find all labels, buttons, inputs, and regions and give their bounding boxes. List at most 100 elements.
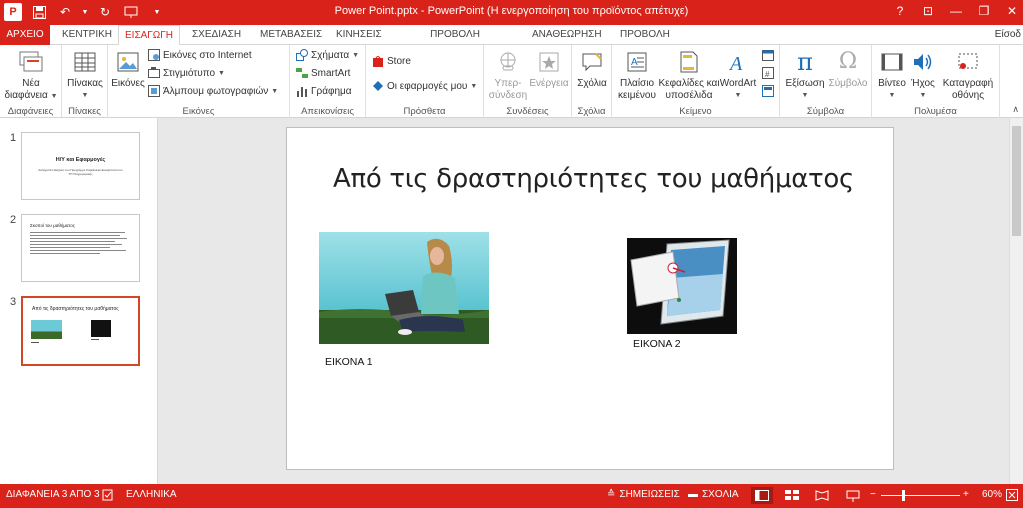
equation-button[interactable]: π Εξίσωση ▼ [782,49,828,102]
tab-design[interactable]: ΣΧΕΔΙΑΣΗ [186,25,246,45]
hyperlink-button[interactable]: Υπερ- σύνδεση [488,49,528,102]
spelling-check-icon[interactable] [102,489,114,501]
symbol-button[interactable]: Ω Σύμβολο [826,49,870,90]
slide-thumbnail-1[interactable]: Η/Υ και Εφαρμογές Ασλήματ3 Ηλεξρόνι του … [21,132,140,200]
zoom-slider-track[interactable] [881,495,960,496]
shapes-button[interactable]: Σχήματα ▼ [296,49,359,61]
pi-equation-icon: π [797,48,813,76]
zoom-slider-thumb[interactable] [902,490,905,501]
group-label-media: Πολυμέσα [914,106,957,117]
my-apps-button[interactable]: Οι εφαρμογές μου ▼ [372,80,477,92]
comment-icon [579,49,605,75]
group-slides: Νέα διαφάνεια ▼ Διαφάνειες [0,45,62,118]
wordart-button[interactable]: A WordArt ▼ [718,49,758,102]
tab-animations[interactable]: ΚΙΝΗΣΕΙΣ [330,25,386,45]
thumb3-caption2 [91,339,99,340]
new-slide-button[interactable]: Νέα διαφάνεια ▼ [4,49,58,103]
language-indicator[interactable]: ΕΛΛΗΝΙΚΑ [126,489,177,500]
comments-button[interactable]: ▬ ΣΧΟΛΙΑ [688,489,739,500]
tab-view[interactable]: ΠΡΟΒΟΛΗ [614,25,672,45]
vertical-scrollbar[interactable] [1009,118,1023,484]
tab-slideshow[interactable]: ΠΡΟΒΟΛΗ ΠΑΡΟΥΣΙΑΣΗΣ [393,25,517,60]
help-icon[interactable]: ? [893,3,907,19]
zoom-level[interactable]: 60% [982,489,1002,500]
video-icon [879,49,905,75]
store-button[interactable]: Store [372,55,411,67]
slide-image-2[interactable] [627,238,737,334]
tab-insert[interactable]: ΕΙΣΑΓΩΓΗ [118,25,180,46]
group-label-links: Συνδέσεις [506,106,549,117]
comment-button[interactable]: Σχόλια [574,49,610,90]
fit-to-window-icon[interactable] [1006,489,1018,501]
group-label-comments: Σχόλια [577,106,606,117]
slide-thumbnail-3[interactable]: Από τις δραστηριότητες του μαθήματος [21,296,140,366]
thumb3-title: Από τις δραστηριότητες του μαθήματος [32,306,119,312]
window-title: Power Point.pptx - PowerPoint (Η ενεργοπ… [334,5,689,17]
group-symbols: π Εξίσωση ▼ Ω Σύμβολο Σύμβολα [780,45,872,118]
pictures-icon [115,49,141,75]
action-button[interactable]: Ενέργεια [528,49,570,90]
tab-transitions[interactable]: ΜΕΤΑΒΑΣΕΙΣ [254,25,324,45]
slide-number-3: 3 [10,296,17,308]
ribbon-display-options-icon[interactable]: ⊡ [921,3,935,19]
slideshow-view-button[interactable] [842,487,864,504]
header-footer-icon [676,49,702,75]
screen-recording-button[interactable]: Καταγραφή οθόνης [938,49,998,102]
new-slide-icon [18,49,44,75]
group-images: Εικόνες Εικόνες στο Internet Στιγμιότυπο… [108,45,290,118]
photo-album-button[interactable]: Άλμπουμ φωτογραφιών ▼ [148,85,278,97]
pictures-button[interactable]: Εικόνες [111,49,145,90]
zoom-in-button[interactable]: + [963,489,969,500]
object-button[interactable] [762,85,774,97]
notes-button[interactable]: ≙ ΣΗΜΕΙΩΣΕΙΣ [607,489,680,500]
speaker-icon [910,49,936,75]
thumb3-image1 [31,320,62,339]
group-comments: Σχόλια Σχόλια [572,45,612,118]
slide-title[interactable]: Από τις δραστηριότητες του μαθήματος [333,164,854,194]
group-links: Υπερ- σύνδεση Ενέργεια Συνδέσεις [484,45,572,118]
group-label-apps: Πρόσθετα [403,106,446,117]
thumb3-caption1 [31,342,39,343]
restore-icon[interactable]: ❐ [977,3,991,19]
scrollbar-thumb[interactable] [1012,126,1021,236]
group-apps: Store Οι εφαρμογές μου ▼ Πρόσθετα [366,45,484,118]
table-button[interactable]: Πίνακας ▼ [64,49,106,102]
slide-counter: ΔΙΑΦΑΝΕΙΑ 3 ΑΠΟ 3 [6,489,100,500]
date-time-button[interactable] [762,49,774,61]
group-tables: Πίνακας ▼ Πίνακες [62,45,108,118]
tab-home[interactable]: ΚΕΝΤΡΙΚΗ [56,25,118,45]
tab-file[interactable]: ΑΡΧΕΙΟ [0,25,50,45]
tab-review[interactable]: ΑΝΑΘΕΩΡΗΣΗ [526,25,604,45]
zoom-out-button[interactable]: − [870,489,876,500]
group-text: A Πλαίσιο κειμένου Κεφαλίδες και υποσέλι… [612,45,780,118]
close-icon[interactable]: ✕ [1005,3,1019,19]
slide-image-1[interactable] [319,232,489,344]
slide-sorter-view-button[interactable] [781,487,803,504]
caption-image-2[interactable]: ΕΙΚΟΝΑ 2 [633,338,681,350]
smartart-button[interactable]: SmartArt [296,67,350,79]
online-pictures-button[interactable]: Εικόνες στο Internet [148,49,252,61]
normal-view-button[interactable] [751,487,773,504]
audio-button[interactable]: Ήχος ▼ [908,49,938,102]
group-label-text: Κείμενο [679,106,712,117]
collapse-ribbon-icon[interactable]: ∧ [1012,104,1019,115]
shapes-icon [296,49,308,61]
wordart-icon: A [725,49,751,75]
reading-view-button[interactable] [811,487,833,504]
header-footer-button[interactable]: Κεφαλίδες και υποσέλιδα [656,49,722,102]
slide-number-button[interactable]: # [762,67,774,79]
textbox-button[interactable]: A Πλαίσιο κειμένου [614,49,660,102]
slide-thumbnail-2[interactable]: Σκοποί του μαθήματος [21,214,140,282]
group-label-symbols: Σύμβολα [806,106,845,117]
notes-icon: ≙ [607,489,616,500]
thumb2-title: Σκοποί του μαθήματος [30,223,75,228]
photo-album-icon [148,85,160,97]
screenshot-button[interactable]: Στιγμιότυπο ▼ [148,67,225,79]
my-apps-icon [372,80,384,92]
chart-button[interactable]: Γράφημα [296,85,352,97]
minimize-icon[interactable]: — [949,3,963,19]
sign-in-link[interactable]: Είσοδ [995,25,1021,45]
video-button[interactable]: Βίντεο ▼ [874,49,910,102]
current-slide[interactable]: Από τις δραστηριότητες του μαθήματος ΕΙΚ… [286,127,894,470]
caption-image-1[interactable]: ΕΙΚΟΝΑ 1 [325,356,373,368]
